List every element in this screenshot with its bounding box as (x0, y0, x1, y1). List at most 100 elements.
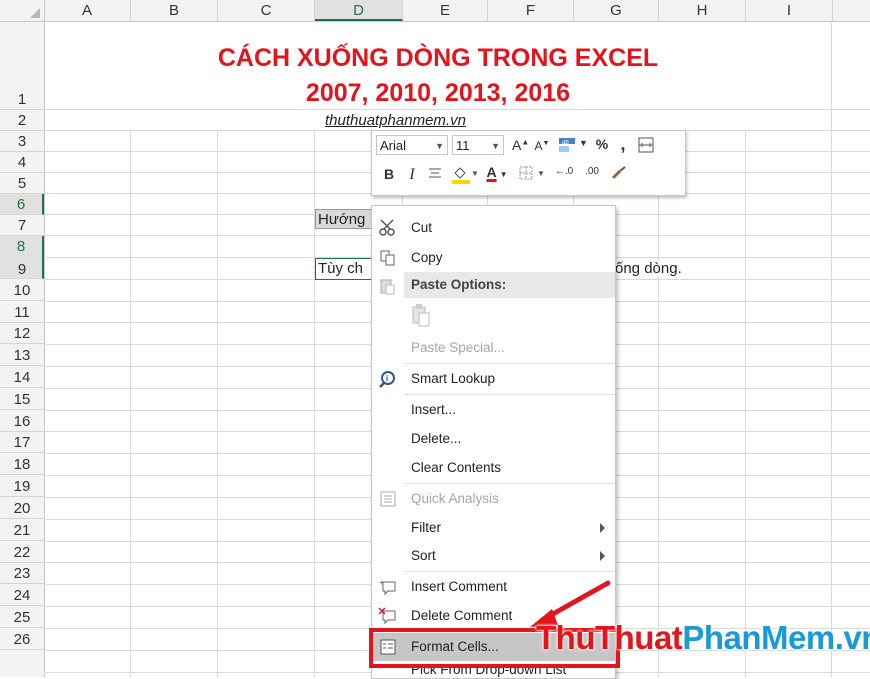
paste-option-button[interactable] (408, 302, 436, 330)
decrease-decimal-label: .00 (585, 166, 599, 177)
row-header-20[interactable]: 20 (0, 497, 44, 519)
row-header-14[interactable]: 14 (0, 366, 44, 388)
chevron-down-icon[interactable]: ▼ (579, 138, 588, 148)
row-header-5[interactable]: 5 (0, 173, 44, 194)
row-header-11[interactable]: 11 (0, 301, 44, 323)
row-header-3[interactable]: 3 (0, 131, 44, 152)
submenu-arrow-icon (600, 551, 605, 561)
row-header-19[interactable]: 19 (0, 475, 44, 497)
menu-item-sort[interactable]: Sort (372, 542, 615, 570)
menu-item-delete[interactable]: Delete... (372, 425, 615, 453)
font-name-dropdown[interactable]: Arial ▼ (376, 135, 448, 155)
clipboard-icon (380, 279, 395, 295)
row-header-25[interactable]: 25 (0, 606, 44, 628)
column-header-h[interactable]: H (659, 0, 746, 21)
row-header-24[interactable]: 24 (0, 584, 44, 606)
row-header-10[interactable]: 10 (0, 279, 44, 301)
shrink-font-button[interactable]: A▼ (534, 139, 550, 153)
grow-font-button[interactable]: A▲ (512, 137, 529, 153)
cell-styles-icon: ab (559, 138, 575, 152)
decrease-decimal-button[interactable]: .00 (581, 166, 603, 177)
menu-label-insert-comment: Insert Comment (411, 579, 508, 594)
row-header-16[interactable]: 16 (0, 410, 44, 432)
row-header-26[interactable]: 26 (0, 628, 44, 650)
menu-label-insert: Insert... (411, 402, 457, 417)
borders-button[interactable]: ▼ (518, 165, 546, 184)
font-size-dropdown[interactable]: 11 ▼ (452, 135, 504, 155)
cell-d8-text: Tùy ch (318, 260, 364, 277)
font-name-value: Arial (380, 138, 407, 153)
menu-label-cut: Cut (411, 220, 433, 235)
paste-options-label: Paste Options: (411, 277, 507, 292)
font-color-button[interactable]: A ▼ (483, 164, 511, 180)
fill-color-button[interactable]: ▼ (450, 164, 479, 187)
paste-icon (412, 304, 430, 327)
menu-item-copy[interactable]: Copy (372, 244, 615, 272)
menu-item-paste-special[interactable]: Paste Special... (372, 334, 615, 362)
column-header-g[interactable]: G (574, 0, 659, 21)
row-header-6[interactable]: 6 (0, 194, 44, 215)
watermark-logo: ThuThuatPhanMem.vn (536, 619, 870, 657)
bold-button[interactable]: B (382, 166, 396, 182)
italic-button[interactable]: I (406, 166, 418, 184)
cell-d8-overflow-text: ống dòng. (615, 260, 688, 277)
center-align-button[interactable] (427, 167, 443, 184)
menu-label-clear-contents: Clear Contents (411, 460, 502, 475)
svg-text:i: i (386, 374, 388, 383)
menu-label-filter: Filter (411, 520, 441, 535)
row-header-4[interactable]: 4 (0, 152, 44, 173)
increase-decimal-button[interactable]: ←.0 (553, 166, 575, 177)
column-header-c[interactable]: C (218, 0, 315, 21)
percent-style-button[interactable]: % (594, 136, 610, 152)
row-header-23[interactable]: 23 (0, 563, 44, 584)
chevron-down-icon: ▼ (435, 141, 444, 151)
submenu-arrow-icon (600, 523, 605, 533)
row-header-22[interactable]: 22 (0, 541, 44, 563)
column-header-e[interactable]: E (403, 0, 488, 21)
sheet-title-line1: CÁCH XUỐNG DÒNG TRONG EXCEL (217, 44, 659, 72)
format-painter-button[interactable] (610, 164, 628, 185)
row-header-9[interactable]: 9 (0, 257, 44, 279)
row-header-17[interactable]: 17 (0, 432, 44, 453)
row-header-15[interactable]: 15 (0, 388, 44, 410)
row-header-2[interactable]: 2 (0, 110, 44, 131)
cell-styles-button[interactable]: ab (556, 135, 578, 158)
merge-center-icon (638, 137, 654, 153)
delete-comment-icon (378, 607, 396, 625)
menu-label-sort: Sort (411, 548, 436, 563)
menu-item-cut[interactable]: Cut (372, 214, 615, 242)
menu-item-clear-contents[interactable]: Clear Contents (372, 454, 615, 482)
menu-item-smart-lookup[interactable]: i Smart Lookup (372, 365, 615, 393)
quick-analysis-icon (380, 491, 396, 507)
insert-comment-icon: + (379, 578, 396, 596)
comma-style-button[interactable]: , (617, 134, 629, 155)
chevron-down-icon: ▼ (499, 170, 508, 179)
column-header-b[interactable]: B (131, 0, 218, 21)
row-header-1[interactable]: 1 (0, 22, 44, 110)
merge-center-button[interactable] (638, 137, 654, 156)
menu-item-quick-analysis[interactable]: Quick Analysis (372, 485, 615, 513)
row-header-18[interactable]: 18 (0, 453, 44, 475)
column-header-d[interactable]: D (315, 0, 403, 21)
sheet-title-line2: 2007, 2010, 2013, 2016 (305, 79, 571, 107)
row-header-13[interactable]: 13 (0, 344, 44, 366)
column-header-i[interactable]: I (746, 0, 833, 21)
website-link-cell[interactable]: thuthuatphanmem.vn (325, 112, 466, 129)
watermark-part-thuat: Thuat (594, 619, 683, 656)
column-header-f[interactable]: F (488, 0, 574, 21)
column-header-bar: A B C D E F G H I (0, 0, 870, 22)
row-header-21[interactable]: 21 (0, 519, 44, 541)
align-center-icon (429, 168, 441, 178)
cell-d6-text: Hướng (318, 211, 366, 228)
grow-font-label: A (512, 137, 522, 153)
borders-icon: ▼ (519, 166, 545, 180)
mini-toolbar: Arial ▼ 11 ▼ A▲ A▼ ab ▼ % , B I ▼ A ▼ ▼ ←.0… (371, 130, 686, 196)
select-all-corner[interactable] (0, 0, 45, 21)
menu-item-insert[interactable]: Insert... (372, 396, 615, 424)
chevron-down-icon: ▼ (491, 141, 500, 151)
column-header-a[interactable]: A (44, 0, 131, 21)
row-header-12[interactable]: 12 (0, 323, 44, 344)
row-header-7[interactable]: 7 (0, 215, 44, 236)
menu-item-filter[interactable]: Filter (372, 514, 615, 542)
svg-text:▼: ▼ (537, 169, 545, 178)
